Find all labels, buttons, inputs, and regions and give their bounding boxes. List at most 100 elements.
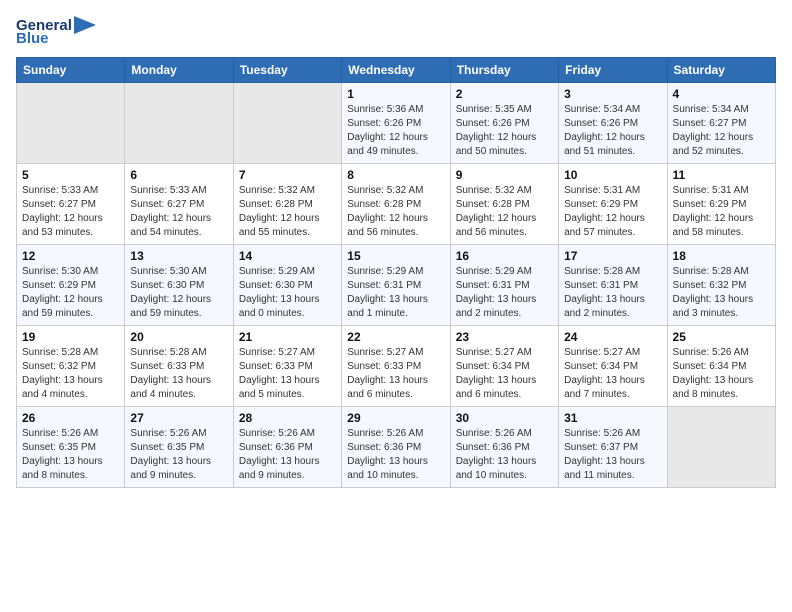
day-number: 29 [347, 411, 444, 425]
cell-info: Sunrise: 5:35 AM Sunset: 6:26 PM Dayligh… [456, 103, 553, 159]
cell-info: Sunrise: 5:29 AM Sunset: 6:30 PM Dayligh… [239, 265, 336, 321]
day-number: 27 [130, 411, 227, 425]
calendar-cell [667, 407, 775, 488]
cell-info: Sunrise: 5:28 AM Sunset: 6:31 PM Dayligh… [564, 265, 661, 321]
calendar-cell: 23 Sunrise: 5:27 AM Sunset: 6:34 PM Dayli… [450, 326, 558, 407]
weekday-header-friday: Friday [559, 58, 667, 83]
calendar-cell: 5 Sunrise: 5:33 AM Sunset: 6:27 PM Daylig… [17, 164, 125, 245]
cell-info: Sunrise: 5:29 AM Sunset: 6:31 PM Dayligh… [347, 265, 444, 321]
cell-info: Sunrise: 5:26 AM Sunset: 6:36 PM Dayligh… [347, 427, 444, 483]
cell-info: Sunrise: 5:28 AM Sunset: 6:33 PM Dayligh… [130, 346, 227, 402]
calendar-cell [125, 83, 233, 164]
cell-info: Sunrise: 5:26 AM Sunset: 6:36 PM Dayligh… [239, 427, 336, 483]
weekday-header-saturday: Saturday [667, 58, 775, 83]
calendar-cell: 9 Sunrise: 5:32 AM Sunset: 6:28 PM Daylig… [450, 164, 558, 245]
day-number: 31 [564, 411, 661, 425]
day-number: 25 [673, 330, 770, 344]
cell-info: Sunrise: 5:31 AM Sunset: 6:29 PM Dayligh… [673, 184, 770, 240]
calendar-cell: 29 Sunrise: 5:26 AM Sunset: 6:36 PM Dayli… [342, 407, 450, 488]
calendar-cell: 12 Sunrise: 5:30 AM Sunset: 6:29 PM Dayli… [17, 245, 125, 326]
day-number: 14 [239, 249, 336, 263]
cell-info: Sunrise: 5:26 AM Sunset: 6:34 PM Dayligh… [673, 346, 770, 402]
calendar-cell: 28 Sunrise: 5:26 AM Sunset: 6:36 PM Dayli… [233, 407, 341, 488]
calendar-cell: 25 Sunrise: 5:26 AM Sunset: 6:34 PM Dayli… [667, 326, 775, 407]
calendar-cell [17, 83, 125, 164]
calendar-week-3: 12 Sunrise: 5:30 AM Sunset: 6:29 PM Dayli… [17, 245, 776, 326]
cell-info: Sunrise: 5:26 AM Sunset: 6:35 PM Dayligh… [22, 427, 119, 483]
calendar-cell: 6 Sunrise: 5:33 AM Sunset: 6:27 PM Daylig… [125, 164, 233, 245]
day-number: 13 [130, 249, 227, 263]
logo-arrow-icon [74, 16, 96, 34]
calendar-cell: 17 Sunrise: 5:28 AM Sunset: 6:31 PM Dayli… [559, 245, 667, 326]
calendar-cell: 11 Sunrise: 5:31 AM Sunset: 6:29 PM Dayli… [667, 164, 775, 245]
day-number: 6 [130, 168, 227, 182]
calendar-cell: 31 Sunrise: 5:26 AM Sunset: 6:37 PM Dayli… [559, 407, 667, 488]
day-number: 12 [22, 249, 119, 263]
day-number: 22 [347, 330, 444, 344]
calendar-cell: 30Sunrise: 5:26 AM Sunset: 6:36 PM Dayli… [450, 407, 558, 488]
day-number: 10 [564, 168, 661, 182]
calendar-cell: 20 Sunrise: 5:28 AM Sunset: 6:33 PM Dayli… [125, 326, 233, 407]
day-number: 11 [673, 168, 770, 182]
calendar-cell: 2 Sunrise: 5:35 AM Sunset: 6:26 PM Daylig… [450, 83, 558, 164]
calendar-cell: 14 Sunrise: 5:29 AM Sunset: 6:30 PM Dayli… [233, 245, 341, 326]
cell-info: Sunrise: 5:32 AM Sunset: 6:28 PM Dayligh… [347, 184, 444, 240]
cell-info: Sunrise: 5:32 AM Sunset: 6:28 PM Dayligh… [239, 184, 336, 240]
calendar-cell: 26Sunrise: 5:26 AM Sunset: 6:35 PM Dayli… [17, 407, 125, 488]
day-number: 4 [673, 87, 770, 101]
calendar-week-5: 26Sunrise: 5:26 AM Sunset: 6:35 PM Dayli… [17, 407, 776, 488]
day-number: 24 [564, 330, 661, 344]
cell-info: Sunrise: 5:28 AM Sunset: 6:32 PM Dayligh… [22, 346, 119, 402]
cell-info: Sunrise: 5:27 AM Sunset: 6:33 PM Dayligh… [347, 346, 444, 402]
calendar-header: SundayMondayTuesdayWednesdayThursdayFrid… [17, 58, 776, 83]
calendar-cell [233, 83, 341, 164]
cell-info: Sunrise: 5:28 AM Sunset: 6:32 PM Dayligh… [673, 265, 770, 321]
calendar-week-1: 1 Sunrise: 5:36 AM Sunset: 6:26 PM Daylig… [17, 83, 776, 164]
day-number: 21 [239, 330, 336, 344]
weekday-header-monday: Monday [125, 58, 233, 83]
day-number: 19 [22, 330, 119, 344]
day-number: 16 [456, 249, 553, 263]
day-number: 30 [456, 411, 553, 425]
weekday-header-tuesday: Tuesday [233, 58, 341, 83]
cell-info: Sunrise: 5:34 AM Sunset: 6:27 PM Dayligh… [673, 103, 770, 159]
calendar-cell: 19 Sunrise: 5:28 AM Sunset: 6:32 PM Dayli… [17, 326, 125, 407]
calendar-week-2: 5 Sunrise: 5:33 AM Sunset: 6:27 PM Daylig… [17, 164, 776, 245]
day-number: 20 [130, 330, 227, 344]
cell-info: Sunrise: 5:32 AM Sunset: 6:28 PM Dayligh… [456, 184, 553, 240]
day-number: 2 [456, 87, 553, 101]
calendar-cell: 8 Sunrise: 5:32 AM Sunset: 6:28 PM Daylig… [342, 164, 450, 245]
day-number: 23 [456, 330, 553, 344]
calendar-cell: 4 Sunrise: 5:34 AM Sunset: 6:27 PM Daylig… [667, 83, 775, 164]
calendar-cell: 24 Sunrise: 5:27 AM Sunset: 6:34 PM Dayli… [559, 326, 667, 407]
calendar-cell: 22 Sunrise: 5:27 AM Sunset: 6:33 PM Dayli… [342, 326, 450, 407]
cell-info: Sunrise: 5:26 AM Sunset: 6:37 PM Dayligh… [564, 427, 661, 483]
calendar-cell: 18 Sunrise: 5:28 AM Sunset: 6:32 PM Dayli… [667, 245, 775, 326]
cell-info: Sunrise: 5:27 AM Sunset: 6:34 PM Dayligh… [564, 346, 661, 402]
day-number: 5 [22, 168, 119, 182]
day-number: 17 [564, 249, 661, 263]
calendar-cell: 16Sunrise: 5:29 AM Sunset: 6:31 PM Dayli… [450, 245, 558, 326]
calendar-cell: 27Sunrise: 5:26 AM Sunset: 6:35 PM Dayli… [125, 407, 233, 488]
logo: General Blue [16, 16, 96, 47]
calendar-table: SundayMondayTuesdayWednesdayThursdayFrid… [16, 57, 776, 488]
day-number: 15 [347, 249, 444, 263]
day-number: 7 [239, 168, 336, 182]
day-number: 18 [673, 249, 770, 263]
day-number: 8 [347, 168, 444, 182]
cell-info: Sunrise: 5:36 AM Sunset: 6:26 PM Dayligh… [347, 103, 444, 159]
cell-info: Sunrise: 5:34 AM Sunset: 6:26 PM Dayligh… [564, 103, 661, 159]
cell-info: Sunrise: 5:27 AM Sunset: 6:34 PM Dayligh… [456, 346, 553, 402]
cell-info: Sunrise: 5:31 AM Sunset: 6:29 PM Dayligh… [564, 184, 661, 240]
cell-info: Sunrise: 5:30 AM Sunset: 6:29 PM Dayligh… [22, 265, 119, 321]
calendar-cell: 13Sunrise: 5:30 AM Sunset: 6:30 PM Dayli… [125, 245, 233, 326]
calendar-cell: 10 Sunrise: 5:31 AM Sunset: 6:29 PM Dayli… [559, 164, 667, 245]
day-number: 28 [239, 411, 336, 425]
cell-info: Sunrise: 5:33 AM Sunset: 6:27 PM Dayligh… [22, 184, 119, 240]
day-number: 1 [347, 87, 444, 101]
day-number: 9 [456, 168, 553, 182]
day-number: 3 [564, 87, 661, 101]
logo-blue: Blue [16, 30, 49, 47]
weekday-header-thursday: Thursday [450, 58, 558, 83]
cell-info: Sunrise: 5:33 AM Sunset: 6:27 PM Dayligh… [130, 184, 227, 240]
